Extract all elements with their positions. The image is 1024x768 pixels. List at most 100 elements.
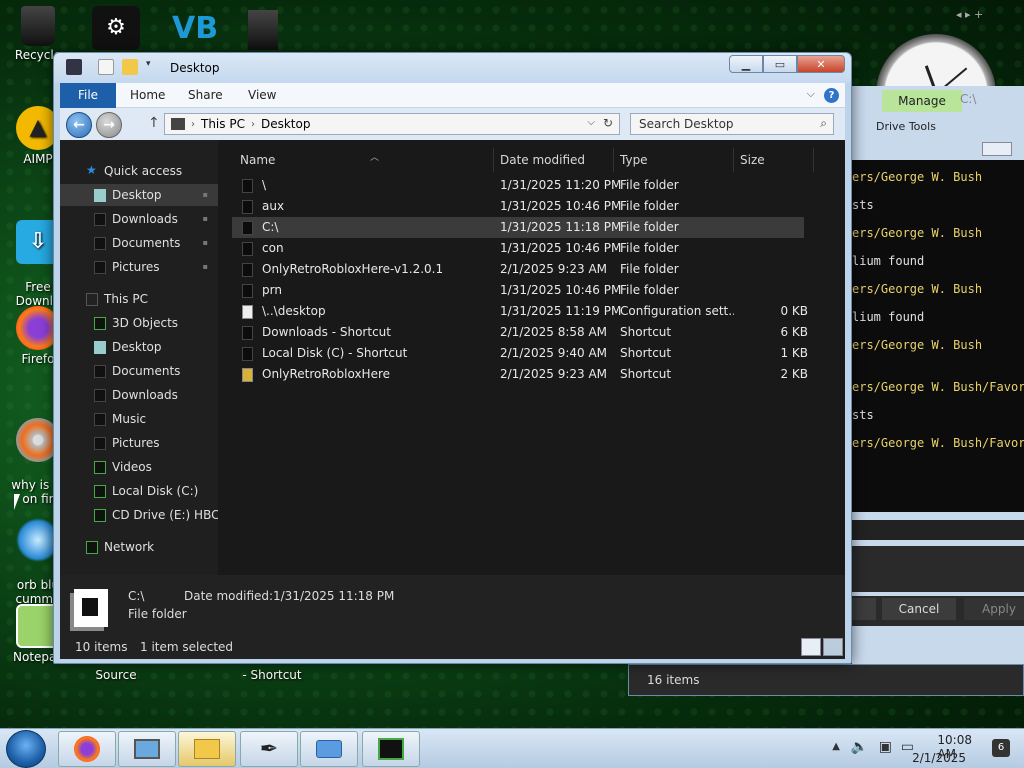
nav-pc-downloads[interactable]: Downloads: [60, 384, 218, 406]
network-tray-icon[interactable]: ▣: [879, 739, 892, 755]
config-file-icon: [242, 305, 253, 319]
nav-local-disk[interactable]: Local Disk (C:): [60, 480, 218, 502]
nav-pc-music[interactable]: Music: [60, 408, 218, 430]
nav-pc-documents[interactable]: Documents: [60, 360, 218, 382]
tab-home[interactable]: Home: [130, 83, 165, 108]
desktop-icon-label: - Shortcut: [242, 668, 302, 682]
nav-network[interactable]: Network: [60, 536, 218, 558]
pen-icon: ✒: [259, 736, 279, 762]
ok-button-stub[interactable]: [852, 598, 876, 620]
file-row[interactable]: aux 1/31/2025 10:46 PM File folder: [232, 196, 804, 217]
back-button[interactable]: ←: [66, 112, 92, 138]
taskbar-pen[interactable]: ✒: [240, 731, 298, 767]
vertical-scrollbar[interactable]: [815, 140, 845, 575]
column-header-date[interactable]: Date modified: [494, 148, 614, 172]
properties-icon[interactable]: [98, 59, 114, 75]
notification-icon[interactable]: 6: [992, 739, 1010, 757]
column-header-size[interactable]: Size: [734, 148, 814, 172]
window-icon[interactable]: [248, 10, 278, 50]
folder-icon: [242, 179, 253, 193]
pin-icon: ▪: [202, 262, 208, 271]
tab-view[interactable]: View: [248, 83, 276, 108]
tab-file[interactable]: File: [60, 83, 116, 108]
vb-icon[interactable]: VB: [172, 8, 220, 50]
desktop-icon-shortcut[interactable]: - Shortcut: [234, 668, 310, 682]
file-row[interactable]: \ 1/31/2025 11:20 PM File folder: [232, 175, 804, 196]
tab-share[interactable]: Share: [188, 83, 223, 108]
search-icon[interactable]: ⌕: [820, 116, 827, 131]
start-button[interactable]: [6, 730, 46, 768]
forward-button[interactable]: →: [96, 112, 122, 138]
selected-folder-icon: [74, 589, 108, 627]
cancel-button[interactable]: Cancel: [882, 598, 956, 620]
bg-minimize-button[interactable]: [982, 142, 1012, 156]
column-header-type[interactable]: Type: [614, 148, 734, 172]
file-row[interactable]: OnlyRetroRobloxHere-v1.2.0.1 2/1/2025 9:…: [232, 259, 804, 280]
large-icons-view-icon[interactable]: [823, 638, 843, 656]
file-row-selected[interactable]: C:\ 1/31/2025 11:18 PM File folder: [232, 217, 804, 238]
clock-date[interactable]: 2/1/2025: [912, 751, 966, 765]
drive-icon: [94, 485, 106, 498]
taskbar-terminal[interactable]: [362, 731, 420, 767]
terminal-line: lium found: [852, 310, 925, 324]
nav-pc-videos[interactable]: Videos: [60, 456, 218, 478]
gadget-controls[interactable]: ◂ ▸ +: [956, 8, 983, 21]
navigation-pane: ★ Quick access Desktop ▪ Downloads ▪ Doc…: [60, 140, 235, 575]
nav-quick-documents[interactable]: Documents ▪: [60, 232, 218, 254]
background-explorer-status: 16 items: [628, 664, 1024, 696]
new-folder-icon[interactable]: [122, 59, 138, 75]
explorer-app-icon[interactable]: [66, 59, 82, 75]
sort-up-icon: ︿: [370, 153, 380, 163]
up-arrow-icon[interactable]: ↑: [148, 115, 160, 131]
breadcrumb-desktop[interactable]: Desktop: [261, 117, 311, 131]
desktop-icon-source[interactable]: Source: [78, 668, 154, 682]
minimize-button[interactable]: ▁: [729, 55, 763, 73]
desktop-icon-label: Source: [95, 668, 137, 682]
show-hidden-icons-icon[interactable]: ▲: [832, 741, 840, 752]
address-bar[interactable]: › This PC › Desktop ⌵ ↻: [164, 113, 620, 135]
nav-quick-pictures[interactable]: Pictures ▪: [60, 256, 218, 278]
file-row[interactable]: Local Disk (C) - Shortcut 2/1/2025 9:40 …: [232, 343, 808, 364]
documents-folder-icon: [94, 237, 106, 250]
taskbar-app[interactable]: [300, 731, 358, 767]
taskbar-firefox[interactable]: [58, 731, 116, 767]
nav-pc-desktop[interactable]: Desktop: [60, 336, 218, 358]
maximize-button[interactable]: ▭: [763, 55, 797, 73]
address-dropdown-icon[interactable]: ⌵: [587, 117, 595, 128]
taskbar-computer[interactable]: [118, 731, 176, 767]
file-row[interactable]: Downloads - Shortcut 2/1/2025 8:58 AM Sh…: [232, 322, 808, 343]
documents-folder-icon: [94, 365, 106, 378]
close-button[interactable]: ✕: [797, 55, 845, 73]
file-row[interactable]: prn 1/31/2025 10:46 PM File folder: [232, 280, 804, 301]
nav-quick-access[interactable]: ★ Quick access: [60, 160, 218, 182]
breadcrumb-separator-icon: ›: [191, 118, 195, 130]
expand-ribbon-chevron-icon[interactable]: ⌵: [807, 87, 815, 101]
steam-icon[interactable]: ⚙: [92, 6, 140, 50]
details-view-icon[interactable]: [801, 638, 821, 656]
nav-3d-objects[interactable]: 3D Objects: [60, 312, 218, 334]
pictures-folder-icon: [94, 437, 106, 450]
window-controls: ▁ ▭ ✕: [729, 55, 845, 73]
volume-icon[interactable]: 🔈: [851, 739, 868, 755]
tab-manage[interactable]: Manage: [882, 90, 962, 112]
file-row[interactable]: \..\desktop 1/31/2025 11:19 PM Configura…: [232, 301, 808, 322]
ribbon-tabs: File Home Share View ⌵ ?: [60, 83, 845, 108]
customize-qa-chevron-icon[interactable]: ▾: [146, 59, 154, 75]
breadcrumb-this-pc[interactable]: This PC: [201, 117, 245, 131]
pin-icon: ▪: [202, 190, 208, 199]
search-input[interactable]: Search Desktop ⌕: [630, 113, 834, 135]
refresh-icon[interactable]: ↻: [603, 116, 613, 130]
taskbar-explorer[interactable]: [178, 731, 236, 767]
column-header-name[interactable]: ︿ Name: [232, 148, 494, 172]
nav-this-pc[interactable]: This PC: [60, 288, 218, 310]
nav-pc-pictures[interactable]: Pictures: [60, 432, 218, 454]
title-bar[interactable]: ▾ Desktop ▁ ▭ ✕: [54, 53, 851, 83]
help-button[interactable]: ?: [824, 88, 839, 103]
nav-quick-downloads[interactable]: Downloads ▪: [60, 208, 218, 230]
file-row[interactable]: OnlyRetroRobloxHere 2/1/2025 9:23 AM Sho…: [232, 364, 808, 385]
explorer-window: ▾ Desktop ▁ ▭ ✕ File Home Share View ⌵ ?…: [53, 52, 852, 664]
nav-quick-desktop[interactable]: Desktop ▪: [60, 184, 218, 206]
nav-cd-drive[interactable]: CD Drive (E:) HBCD_: [60, 504, 235, 526]
file-row[interactable]: con 1/31/2025 10:46 PM File folder: [232, 238, 804, 259]
apply-button[interactable]: Apply: [964, 598, 1024, 620]
